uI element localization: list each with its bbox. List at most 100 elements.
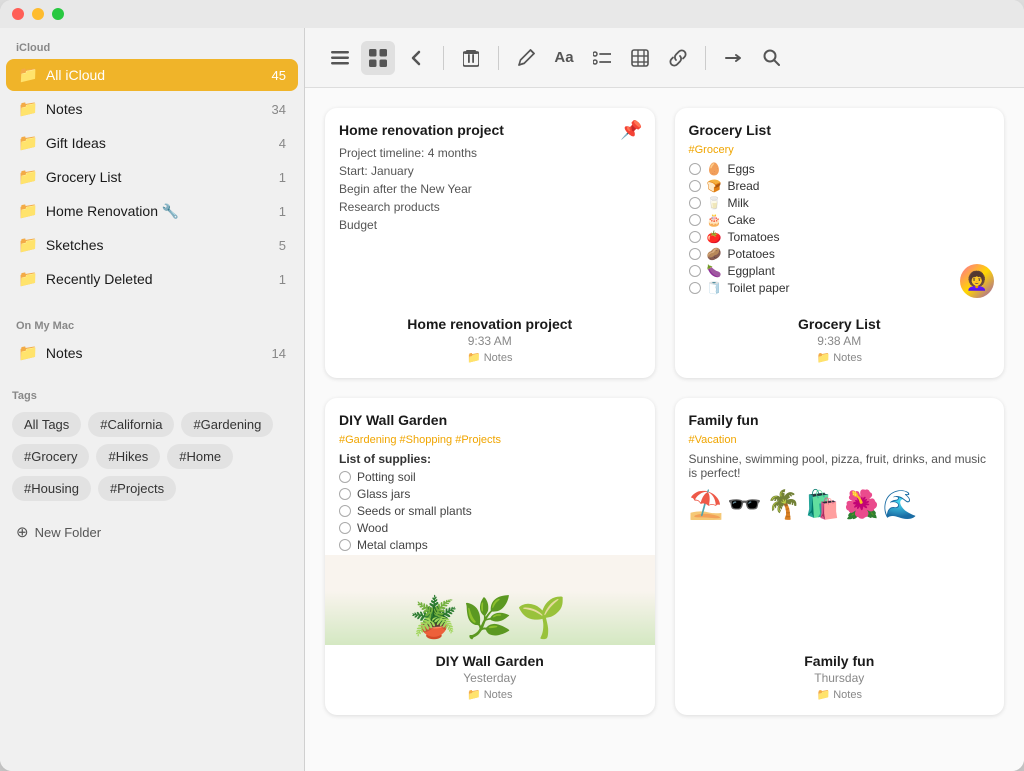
pin-icon: 📌: [620, 120, 642, 141]
grocery-item: 🧻Toilet paper: [689, 281, 991, 295]
grocery-item: 🍅Tomatoes: [689, 230, 991, 244]
sidebar-item-count: 1: [279, 204, 286, 219]
tag-grocery[interactable]: #Grocery: [12, 444, 89, 469]
sidebar-item-gift-ideas[interactable]: 📁 Gift Ideas 4: [6, 127, 298, 159]
supplies-label: List of supplies:: [339, 452, 641, 466]
grid-icon: [369, 49, 387, 67]
more-button[interactable]: [716, 41, 750, 75]
note-title: Home renovation project: [325, 316, 655, 332]
folder-small-icon: 📁: [817, 351, 831, 364]
list-view-button[interactable]: [323, 41, 357, 75]
sidebar-item-count: 1: [279, 272, 286, 287]
close-button[interactable]: [12, 8, 24, 20]
sidebar-item-mac-notes[interactable]: 📁 Notes 14: [6, 337, 298, 369]
attachment-button[interactable]: [661, 41, 695, 75]
sidebar-item-home-renovation[interactable]: 📁 Home Renovation 🔧 1: [6, 195, 298, 227]
checkbox-icon: [339, 539, 351, 551]
folder-icon: 📁: [18, 167, 38, 187]
sidebar-item-grocery-list[interactable]: 📁 Grocery List 1: [6, 161, 298, 193]
tag-home[interactable]: #Home: [167, 444, 233, 469]
table-button[interactable]: [623, 41, 657, 75]
new-folder-label: New Folder: [35, 525, 101, 540]
user-avatar: 👩‍🦱: [960, 264, 994, 298]
folder-small-icon: 📁: [467, 351, 481, 364]
tag-projects[interactable]: #Projects: [98, 476, 176, 501]
format-text-icon: Aa: [554, 49, 573, 66]
note-time: Yesterday: [325, 671, 655, 685]
checkbox-icon: [339, 522, 351, 534]
back-button[interactable]: [399, 41, 433, 75]
sidebar-item-notes[interactable]: 📁 Notes 34: [6, 93, 298, 125]
note-folder-label: Notes: [833, 689, 862, 701]
tag-gardening[interactable]: #Gardening: [181, 412, 273, 437]
note-folder: 📁 Notes: [325, 688, 655, 701]
grocery-item: 🥔Potatoes: [689, 247, 991, 261]
compose-button[interactable]: [509, 41, 543, 75]
supply-item: Wood: [339, 521, 641, 535]
sidebar-item-label: All iCloud: [46, 67, 264, 83]
new-folder-button[interactable]: ⊕ New Folder: [0, 515, 304, 549]
sidebar-item-label: Notes: [46, 345, 264, 361]
sidebar-item-count: 14: [272, 346, 286, 361]
checkbox-icon: [689, 180, 701, 192]
chevron-left-icon: [411, 50, 421, 66]
tag-all[interactable]: All Tags: [12, 412, 81, 437]
checkbox-icon: [339, 471, 351, 483]
folder-icon: 📁: [18, 343, 38, 363]
note-card-diy-garden[interactable]: DIY Wall Garden #Gardening #Shopping #Pr…: [325, 398, 655, 715]
note-card-grocery[interactable]: Grocery List #Grocery 🥚Eggs 🍞Bread: [675, 108, 1005, 378]
sidebar-item-all-icloud[interactable]: 📁 All iCloud 45: [6, 59, 298, 91]
folder-small-icon: 📁: [467, 688, 481, 701]
checkbox-icon: [689, 265, 701, 277]
note-preview: Home renovation project Project timeline…: [325, 108, 655, 308]
folder-small-icon: 📁: [817, 688, 831, 701]
folder-icon: 📁: [18, 133, 38, 153]
note-preview: DIY Wall Garden #Gardening #Shopping #Pr…: [325, 398, 655, 555]
tag-california[interactable]: #California: [88, 412, 174, 437]
list-icon: [331, 51, 349, 65]
toolbar-divider: [443, 46, 444, 70]
maximize-button[interactable]: [52, 8, 64, 20]
sidebar-item-label: Sketches: [46, 237, 271, 253]
search-button[interactable]: [754, 41, 788, 75]
note-preview-text: Project timeline: 4 months Start: Januar…: [339, 144, 641, 234]
note-folder: 📁 Notes: [325, 351, 655, 364]
tags-grid: All Tags #California #Gardening #Grocery…: [12, 406, 292, 507]
garden-tags: #Gardening #Shopping #Projects: [339, 434, 641, 446]
sidebar-item-count: 45: [272, 68, 286, 83]
sidebar-item-label: Home Renovation 🔧: [46, 203, 271, 220]
app-window: iCloud 📁 All iCloud 45 📁 Notes 34 📁 Gift…: [0, 0, 1024, 771]
format-button[interactable]: Aa: [547, 41, 581, 75]
note-time: 9:38 AM: [675, 334, 1005, 348]
tag-hikes[interactable]: #Hikes: [96, 444, 160, 469]
checklist-button[interactable]: [585, 41, 619, 75]
delete-button[interactable]: [454, 41, 488, 75]
grocery-item: 🎂Cake: [689, 213, 991, 227]
note-preview: Family fun #Vacation Sunshine, swimming …: [675, 398, 1005, 645]
sidebar-item-sketches[interactable]: 📁 Sketches 5: [6, 229, 298, 261]
title-bar: [0, 0, 1024, 28]
sidebar-item-recently-deleted[interactable]: 📁 Recently Deleted 1: [6, 263, 298, 295]
note-meta: DIY Wall Garden Yesterday 📁 Notes: [325, 645, 655, 715]
more-icon: [724, 52, 742, 64]
note-card-family-fun[interactable]: Family fun #Vacation Sunshine, swimming …: [675, 398, 1005, 715]
sidebar-item-label: Grocery List: [46, 169, 271, 185]
note-preview: Grocery List #Grocery 🥚Eggs 🍞Bread: [675, 108, 1005, 308]
link-icon: [669, 49, 687, 67]
note-folder: 📁 Notes: [675, 688, 1005, 701]
content-area: Aa: [305, 28, 1024, 771]
sidebar-item-count: 4: [279, 136, 286, 151]
sidebar-item-label: Notes: [46, 101, 264, 117]
note-meta: Home renovation project 9:33 AM 📁 Notes: [325, 308, 655, 378]
search-icon: [763, 49, 780, 66]
supply-item: Potting soil: [339, 470, 641, 484]
grocery-item: 🍆Eggplant: [689, 264, 991, 278]
checkbox-icon: [689, 197, 701, 209]
sidebar-item-label: Gift Ideas: [46, 135, 271, 151]
note-card-home-renovation[interactable]: Home renovation project Project timeline…: [325, 108, 655, 378]
checkbox-icon: [689, 163, 701, 175]
minimize-button[interactable]: [32, 8, 44, 20]
tag-housing[interactable]: #Housing: [12, 476, 91, 501]
checkbox-icon: [339, 505, 351, 517]
grid-view-button[interactable]: [361, 41, 395, 75]
